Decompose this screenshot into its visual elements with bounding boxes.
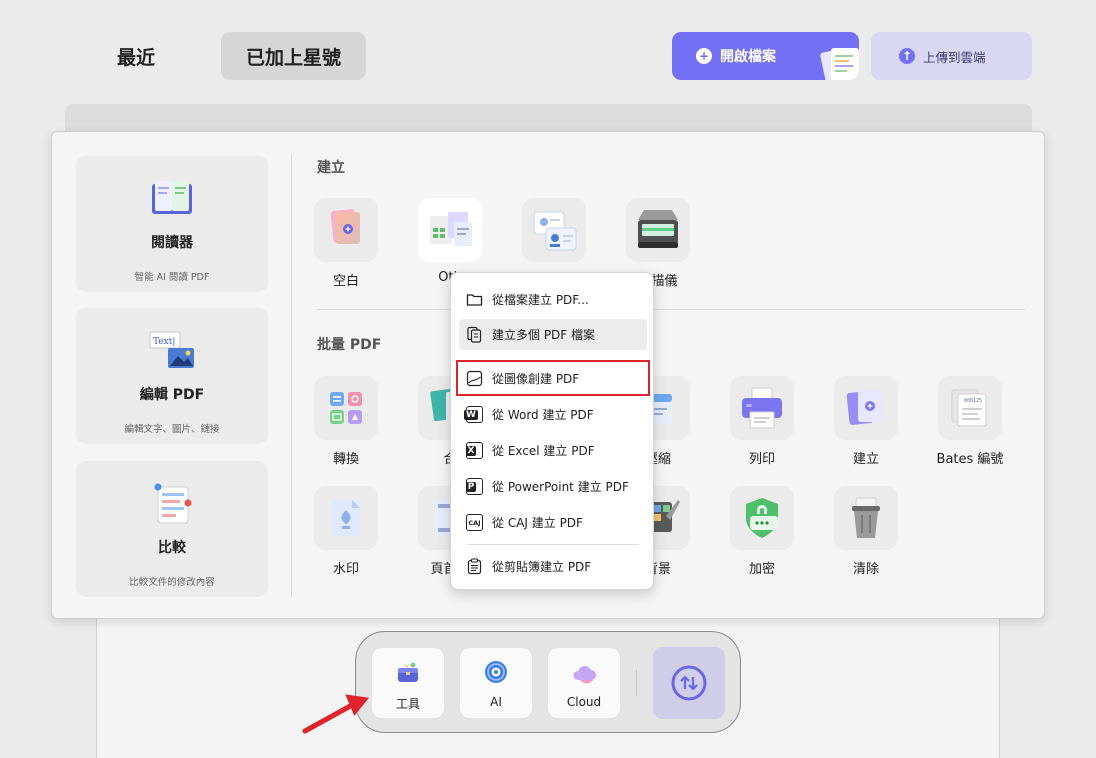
tool-print[interactable]: 列印: [721, 376, 803, 467]
background-panel-edge: [65, 104, 1032, 134]
toolbox-icon: [398, 662, 418, 682]
menu-item-label: 從圖像創建 PDF: [492, 371, 580, 386]
dock-ai-label: AI: [490, 695, 502, 709]
convert-icon: [330, 392, 362, 424]
image-icon: [466, 370, 483, 386]
tool-blank[interactable]: 空白: [305, 198, 387, 289]
menu-item-from-excel[interactable]: X 從 Excel 建立 PDF: [459, 435, 647, 466]
menu-item-multiple-files[interactable]: 建立多個 PDF 檔案: [459, 319, 647, 350]
menu-item-label: 從 CAJ 建立 PDF: [492, 516, 583, 530]
tool-watermark[interactable]: 水印: [305, 486, 387, 577]
dock-ai-button[interactable]: AI: [460, 648, 532, 718]
menu-item-from-caj[interactable]: CAJ 從 CAJ 建立 PDF: [459, 507, 647, 538]
tool-encrypt-label: 加密: [748, 562, 775, 577]
svg-text:000125: 000125: [964, 398, 982, 404]
other-docs-icon: [430, 212, 472, 246]
menu-item-from-clipboard[interactable]: 從剪貼簿建立 PDF: [459, 551, 647, 582]
section-batch-title: 批量 PDF: [317, 337, 382, 353]
card-reader[interactable]: 閱讀器 智能 AI 閱讀 PDF: [76, 156, 268, 292]
menu-separator: [467, 544, 639, 545]
menu-item-label: 從 Word 建立 PDF: [492, 408, 594, 422]
bottom-dock: 工具 AI Cloud: [355, 631, 741, 733]
folder-icon: [466, 294, 483, 306]
id-card-icon: [533, 211, 577, 251]
dock-cloud-label: Cloud: [566, 695, 602, 709]
card-compare-subtitle: 比較文件的修改內容: [129, 577, 215, 588]
trash-icon: [852, 497, 880, 538]
printer-icon: [742, 387, 782, 429]
upload-cloud-button[interactable]: ↑ 上傳到雲端: [871, 32, 1032, 80]
tab-starred[interactable]: 已加上星號: [221, 32, 366, 80]
card-reader-title: 閱讀器: [151, 235, 193, 251]
edit-text-icon: Text|: [149, 331, 194, 368]
blank-page-icon: [330, 209, 360, 244]
create-batch-icon: [846, 390, 882, 425]
dock-tools-button[interactable]: 工具: [372, 648, 444, 718]
documents-decoration-icon: [820, 48, 859, 80]
menu-item-label: 從 Excel 建立 PDF: [492, 444, 595, 458]
bates-number-icon: 000125: [951, 389, 987, 427]
menu-item-label: 建立多個 PDF 檔案: [492, 328, 596, 342]
card-edit-pdf[interactable]: Text| 編輯 PDF 編輯文字、圖片、鏈接: [76, 308, 268, 444]
open-file-label: 開啟檔案: [720, 49, 776, 65]
tool-clear-label: 清除: [852, 562, 879, 577]
panel-divider-vertical: [291, 154, 292, 597]
dock-tools-label: 工具: [395, 697, 420, 711]
svg-text:Text|: Text|: [153, 337, 175, 347]
menu-item-from-image[interactable]: 從圖像創建 PDF: [456, 360, 650, 396]
card-edit-pdf-title: 編輯 PDF: [139, 387, 205, 403]
card-edit-pdf-subtitle: 編輯文字、圖片、鏈接: [124, 424, 220, 435]
multi-files-icon: [467, 326, 482, 343]
caj-icon: CAJ: [466, 514, 483, 531]
excel-icon: X: [465, 442, 483, 459]
clipboard-icon: [467, 558, 482, 575]
menu-item-from-powerpoint[interactable]: P 從 PowerPoint 建立 PDF: [459, 471, 647, 502]
dock-cloud-button[interactable]: Cloud: [548, 648, 620, 718]
upload-cloud-label: 上傳到雲端: [923, 49, 986, 65]
powerpoint-icon: P: [465, 478, 483, 495]
cloud-icon: [573, 666, 596, 684]
dock-separator: [636, 670, 637, 696]
tool-blank-label: 空白: [332, 274, 359, 289]
tool-convert-label: 轉換: [332, 452, 359, 467]
encrypt-shield-icon: [746, 498, 778, 538]
card-compare-title: 比較: [158, 540, 186, 556]
tool-watermark-label: 水印: [332, 562, 359, 577]
tool-convert[interactable]: 轉換: [305, 376, 387, 467]
menu-item-from-file[interactable]: 從檔案建立 PDF...: [459, 284, 647, 315]
create-context-menu: 從檔案建立 PDF... 建立多個 PDF 檔案 從圖像創建 PDF W 從 W…: [450, 272, 654, 590]
tool-print-label: 列印: [748, 452, 775, 467]
tool-id-card[interactable]: [513, 198, 595, 270]
card-reader-subtitle: 智能 AI 閱讀 PDF: [134, 272, 210, 283]
panel-divider-horizontal: [317, 309, 1025, 310]
open-file-button[interactable]: + 開啟檔案: [672, 32, 859, 80]
upload-arrow-icon: ↑: [899, 48, 915, 64]
menu-item-from-word[interactable]: W 從 Word 建立 PDF: [459, 399, 647, 430]
tool-bates[interactable]: 000125 Bates 編號: [929, 376, 1011, 467]
tool-clear[interactable]: 清除: [825, 486, 907, 577]
tool-encrypt[interactable]: 加密: [721, 486, 803, 577]
menu-item-label: 從檔案建立 PDF...: [492, 293, 589, 307]
tool-bates-label: Bates 編號: [936, 452, 1004, 467]
scanner-icon: [638, 210, 678, 248]
menu-item-label: 從 PowerPoint 建立 PDF: [492, 480, 629, 494]
book-reader-icon: [152, 181, 192, 214]
compare-icon: [154, 483, 192, 524]
tool-create-batch-label: 建立: [852, 452, 879, 467]
word-icon: W: [464, 406, 483, 423]
card-compare[interactable]: 比較 比較文件的修改內容: [76, 461, 268, 597]
tool-create-batch[interactable]: 建立: [825, 376, 907, 467]
menu-item-label: 從剪貼簿建立 PDF: [492, 560, 592, 574]
sync-icon: [671, 665, 707, 701]
watermark-icon: [332, 500, 360, 536]
section-create-title: 建立: [317, 160, 345, 176]
dock-sync-button[interactable]: [653, 647, 725, 719]
plus-icon: +: [696, 48, 712, 64]
ai-assistant-icon: [485, 661, 507, 683]
tab-recent[interactable]: 最近: [86, 32, 186, 80]
annotation-arrow: [302, 694, 369, 734]
